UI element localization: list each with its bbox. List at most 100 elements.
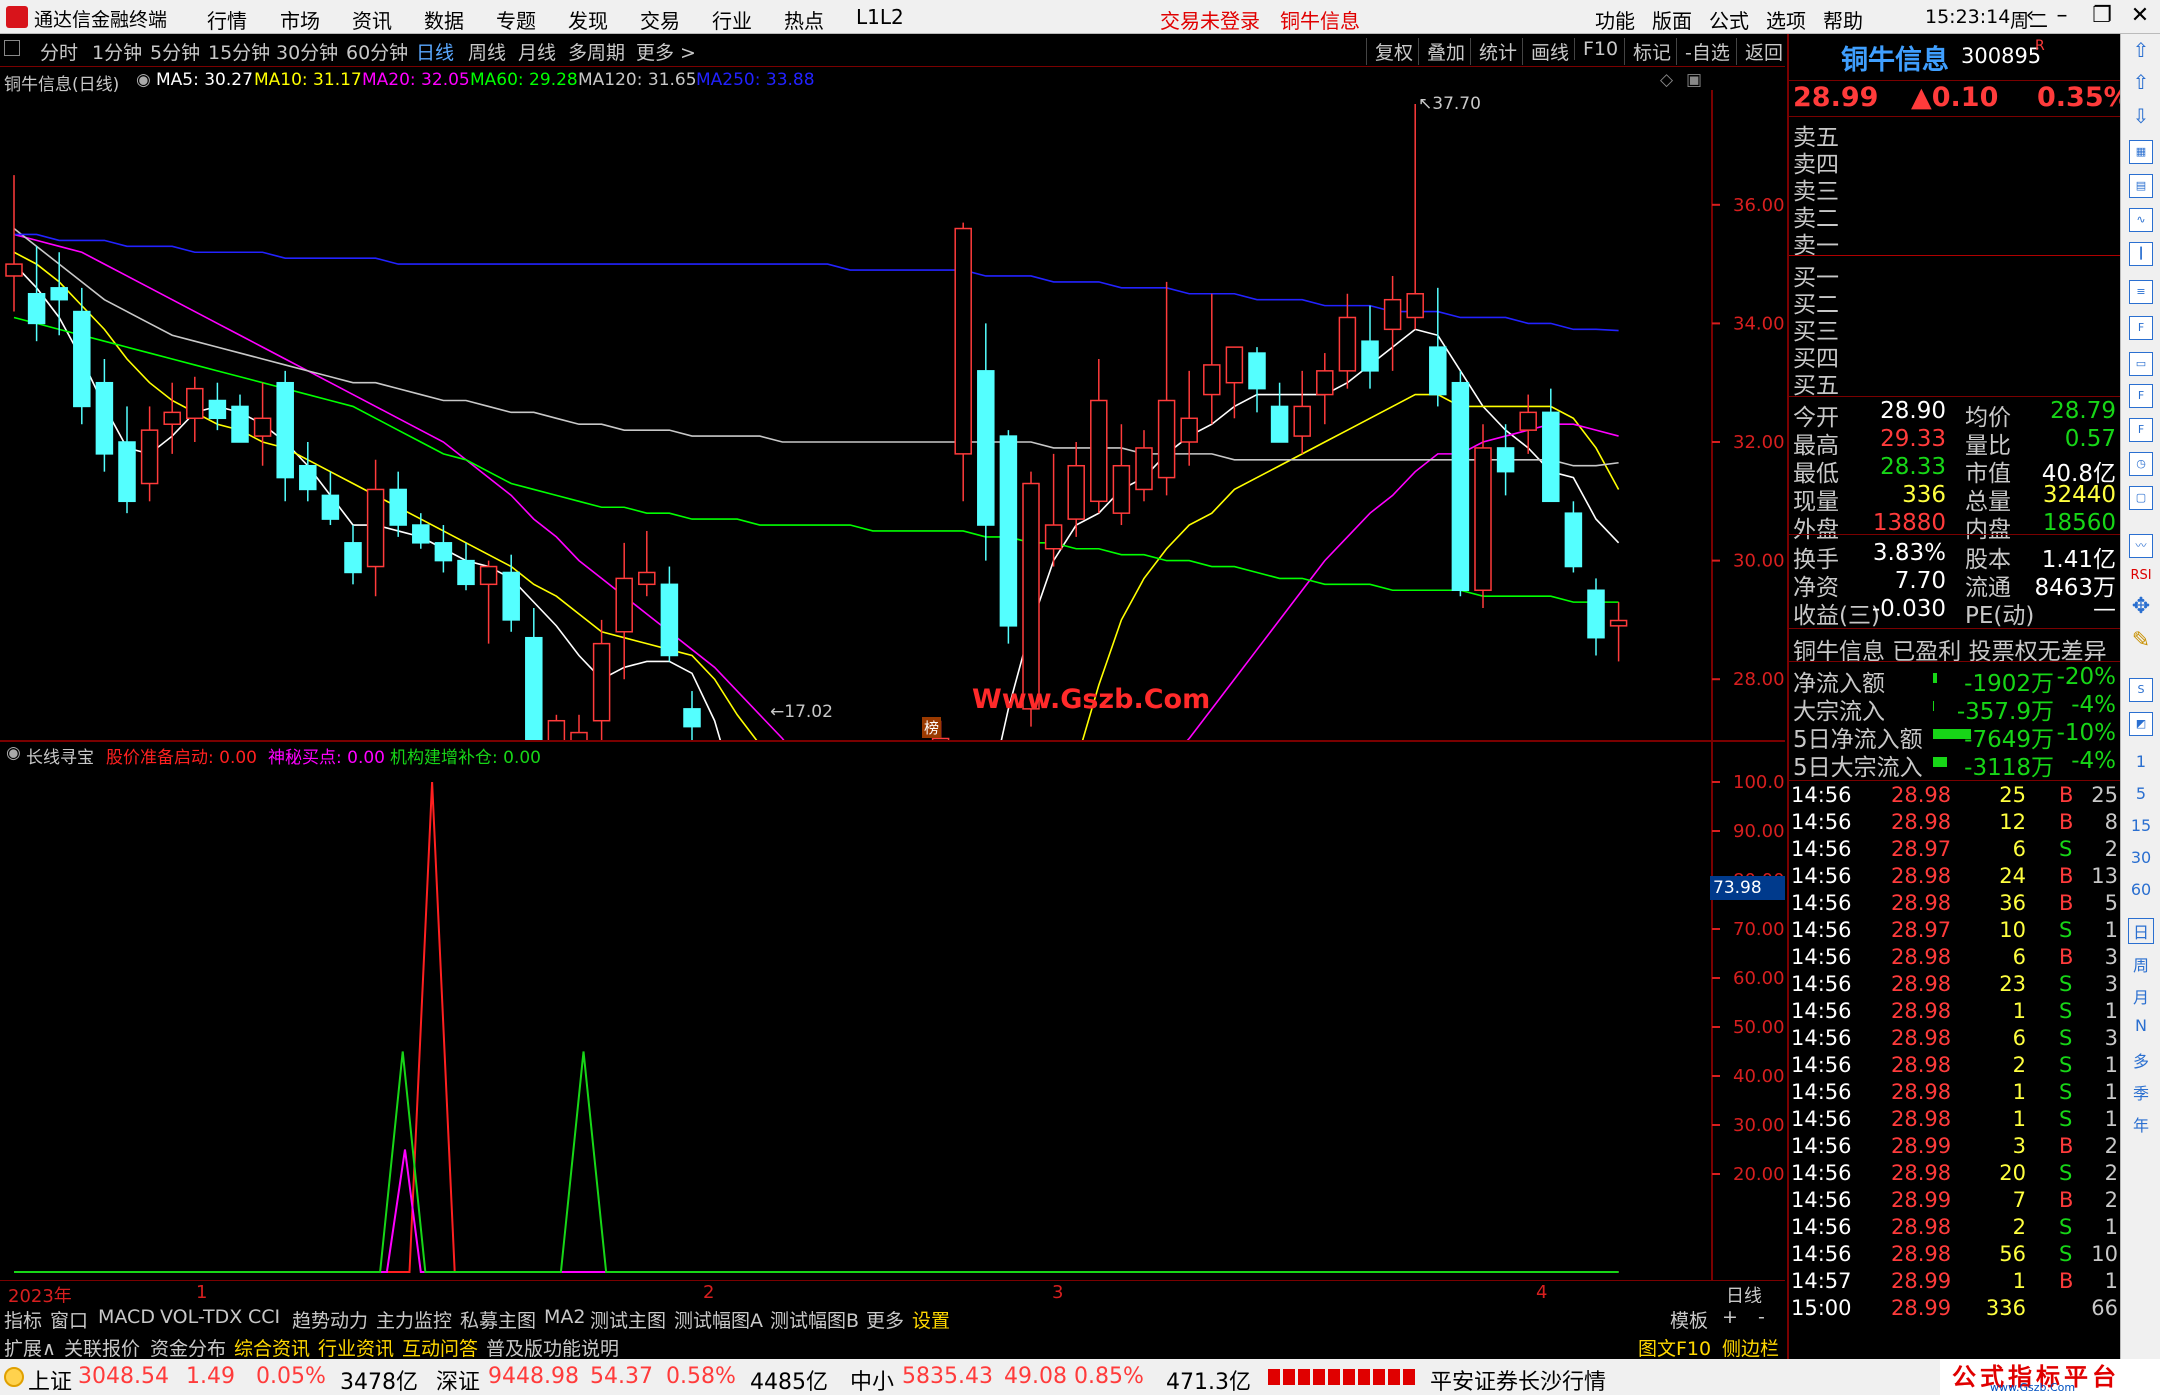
sidebar-green-icon[interactable]: ◩ — [2129, 712, 2153, 736]
sidebar-n[interactable]: N — [2121, 1016, 2160, 1035]
btn-remove-watchlist[interactable]: -自选 — [1676, 38, 1730, 65]
sidebar-up-icon[interactable]: ⇧ — [2121, 70, 2160, 94]
sidebar-table-icon[interactable]: ▤ — [2129, 174, 2153, 198]
sidebar-doc-icon[interactable]: ▭ — [2129, 352, 2153, 376]
menu-l1l2[interactable]: L1L2 — [856, 5, 904, 29]
sidebar-chart-icon[interactable]: ▦ — [2129, 140, 2153, 164]
sidebar-wave-icon[interactable]: 〰 — [2129, 534, 2153, 558]
restore-icon[interactable]: ❐ — [2084, 3, 2120, 28]
sidebar-1min[interactable]: 1 — [2121, 752, 2160, 771]
sidebar-60min[interactable]: 60 — [2121, 880, 2160, 899]
sidebar-list-icon[interactable]: ≡ — [2129, 280, 2153, 304]
btn-draw[interactable]: 画线 — [1522, 38, 1569, 65]
sidebar-15min[interactable]: 15 — [2121, 816, 2160, 835]
menu-discover[interactable]: 发现 — [568, 5, 608, 34]
menu-market[interactable]: 市场 — [280, 5, 320, 34]
menu-options[interactable]: 选项 — [1766, 5, 1806, 34]
sidebar-fs-icon[interactable]: S — [2129, 678, 2153, 702]
period-more[interactable]: 更多 > — [636, 38, 696, 65]
ma-settings-icon[interactable]: ◉ — [136, 70, 151, 90]
index-zx-name[interactable]: 中小 — [850, 1364, 894, 1395]
btn-fuquan[interactable]: 复权 — [1366, 38, 1413, 65]
menu-news[interactable]: 资讯 — [352, 5, 392, 34]
btn-mark[interactable]: 标记 — [1624, 38, 1671, 65]
tick-row[interactable]: 14:56 28.97 6 S 2 — [1789, 837, 2122, 864]
tab-test-main[interactable]: 测试主图 — [590, 1306, 666, 1333]
tick-row[interactable]: 14:56 28.98 56 S 10 — [1789, 1242, 2122, 1269]
tab-settings[interactable]: 设置 — [912, 1306, 950, 1333]
sidebar-season[interactable]: 季 — [2121, 1080, 2160, 1104]
tab-trend-power[interactable]: 趋势动力 — [292, 1306, 368, 1333]
menu-industry[interactable]: 行业 — [712, 5, 752, 34]
menu-topics[interactable]: 专题 — [496, 5, 536, 34]
period-1min[interactable]: 1分钟 — [92, 38, 142, 65]
btn-statistics[interactable]: 统计 — [1470, 38, 1517, 65]
sidebar-clock-icon[interactable]: ◷ — [2129, 452, 2153, 476]
tick-row[interactable]: 14:56 28.98 6 S 3 — [1789, 1026, 2122, 1053]
link-edition-info[interactable]: 普及版功能说明 — [486, 1334, 619, 1361]
tick-row[interactable]: 15:00 28.99 336 66 — [1789, 1296, 2122, 1323]
tick-row[interactable]: 14:56 28.98 25 B 25 — [1789, 783, 2122, 810]
period-60min[interactable]: 60分钟 — [346, 38, 408, 65]
period-multi[interactable]: 多周期 — [568, 38, 625, 65]
kline-chart[interactable]: 36.0034.0032.0030.0028.0026.0024.0022.00… — [0, 90, 1785, 740]
btn-overlay[interactable]: 叠加 — [1418, 38, 1465, 65]
link-expand[interactable]: 扩展∧ — [4, 1334, 56, 1361]
tab-template[interactable]: 模板 — [1670, 1306, 1708, 1333]
tick-row[interactable]: 14:56 28.98 23 S 3 — [1789, 972, 2122, 999]
tick-row[interactable]: 14:56 28.98 20 S 2 — [1789, 1161, 2122, 1188]
tab-main-monitor[interactable]: 主力监控 — [376, 1306, 452, 1333]
tab-vol-tdx[interactable]: VOL-TDX — [160, 1306, 242, 1328]
tab-add[interactable]: + — [1722, 1306, 1738, 1328]
sidebar-week[interactable]: 周 — [2121, 952, 2160, 976]
sidebar-rsi[interactable]: RSI — [2121, 568, 2160, 583]
trade-login-status[interactable]: 交易未登录 — [1160, 5, 1260, 34]
tick-row[interactable]: 14:57 28.99 1 B 1 — [1789, 1269, 2122, 1296]
link-fund-distribution[interactable]: 资金分布 — [150, 1334, 226, 1361]
tick-row[interactable]: 14:56 28.97 10 S 1 — [1789, 918, 2122, 945]
tick-row[interactable]: 14:56 28.98 2 S 1 — [1789, 1053, 2122, 1080]
sidebar-f10-icon[interactable]: F — [2129, 316, 2153, 340]
index-sh-name[interactable]: 上证 — [28, 1364, 72, 1395]
sidebar-f-icon[interactable]: F — [2129, 384, 2153, 408]
tick-row[interactable]: 14:56 28.98 1 S 1 — [1789, 1080, 2122, 1107]
diamond-icon[interactable]: ◇ — [1660, 70, 1673, 90]
tab-test-sub-a[interactable]: 测试幅图A — [674, 1306, 763, 1333]
period-30min[interactable]: 30分钟 — [276, 38, 338, 65]
close-icon[interactable]: ✕ — [2122, 3, 2158, 28]
menu-hot[interactable]: 热点 — [784, 5, 824, 34]
sidebar-pen-icon[interactable]: ✎ — [2121, 628, 2160, 653]
tab-ma2[interactable]: MA2 — [544, 1306, 585, 1328]
tick-row[interactable]: 14:56 28.99 3 B 2 — [1789, 1134, 2122, 1161]
tick-row[interactable]: 14:56 28.98 24 B 13 — [1789, 864, 2122, 891]
sidebar-line-icon[interactable]: ∿ — [2129, 208, 2153, 232]
bang-badge[interactable]: 榜 — [922, 717, 942, 738]
broker-name[interactable]: 平安证券长沙行情 — [1430, 1364, 1606, 1395]
sidebar-multi[interactable]: 多 — [2121, 1048, 2160, 1072]
tab-cci[interactable]: CCI — [248, 1306, 280, 1328]
tab-macd[interactable]: MACD — [98, 1306, 155, 1328]
tick-row[interactable]: 14:56 28.98 2 S 1 — [1789, 1215, 2122, 1242]
menu-formula[interactable]: 公式 — [1709, 5, 1749, 34]
indicator-chart[interactable]: 100.090.0080.0070.0060.0050.0040.0030.00… — [0, 742, 1785, 1280]
link-related-quotes[interactable]: 关联报价 — [64, 1334, 140, 1361]
link-qa[interactable]: 互动问答 — [402, 1334, 478, 1361]
period-daily[interactable]: 日线 — [416, 38, 454, 65]
period-weekly[interactable]: 周线 — [468, 38, 506, 65]
tick-row[interactable]: 14:56 28.99 7 B 2 — [1789, 1188, 2122, 1215]
period-15min[interactable]: 15分钟 — [208, 38, 270, 65]
index-sz-name[interactable]: 深证 — [436, 1364, 480, 1395]
menu-help[interactable]: 帮助 — [1823, 5, 1863, 34]
tick-row[interactable]: 14:56 28.98 1 S 1 — [1789, 1107, 2122, 1134]
menu-data[interactable]: 数据 — [424, 5, 464, 34]
link-general-news[interactable]: 综合资讯 — [234, 1334, 310, 1361]
tab-indicator[interactable]: 指标 — [4, 1306, 42, 1333]
window-max-icon[interactable]: ▣ — [1686, 70, 1702, 90]
btn-f10[interactable]: F10 — [1574, 38, 1618, 60]
sidebar-move-icon[interactable]: ✥ — [2121, 594, 2160, 619]
tab-test-sub-b[interactable]: 测试幅图B — [770, 1306, 859, 1333]
tab-remove[interactable]: - — [1758, 1306, 1765, 1328]
sidebar-year[interactable]: 年 — [2121, 1112, 2160, 1136]
period-monthly[interactable]: 月线 — [518, 38, 556, 65]
tab-more[interactable]: 更多 — [866, 1306, 904, 1333]
